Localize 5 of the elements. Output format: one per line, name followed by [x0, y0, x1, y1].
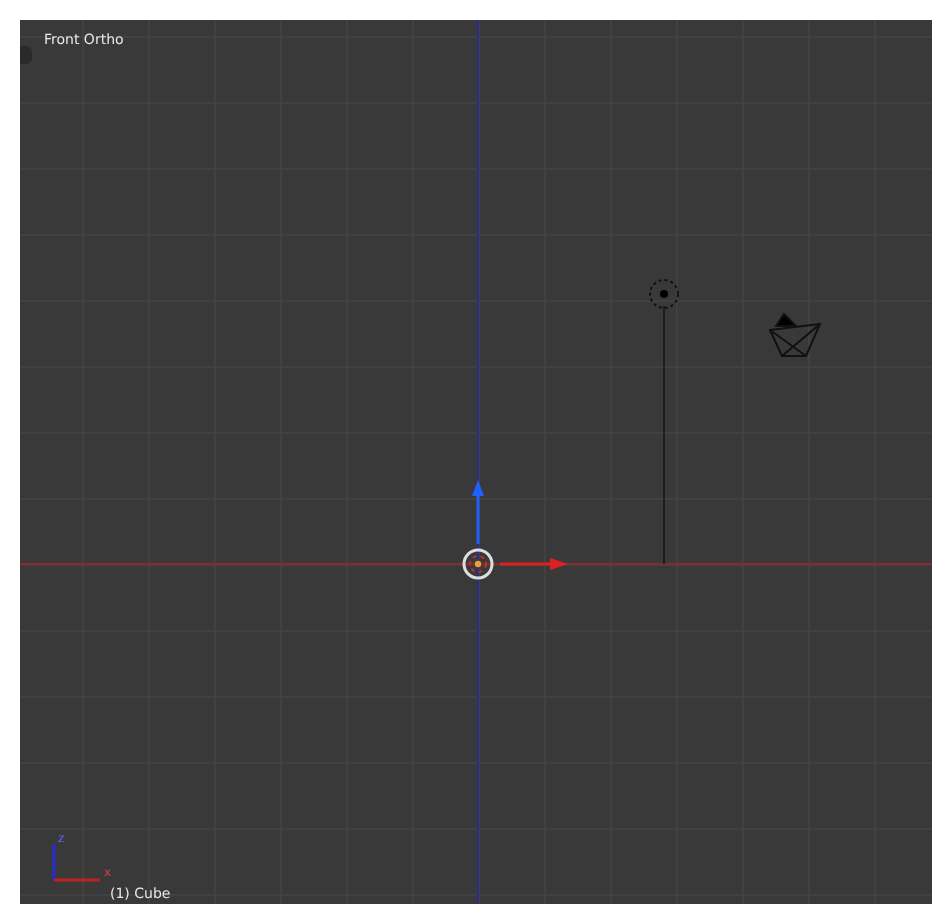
- camera-icon[interactable]: [768, 312, 822, 357]
- lamp-icon[interactable]: [649, 279, 679, 309]
- tool-shelf-tab[interactable]: [20, 46, 32, 64]
- origin-gizmo-icon[interactable]: [462, 548, 494, 580]
- axis-gizmo-icon: [52, 844, 100, 882]
